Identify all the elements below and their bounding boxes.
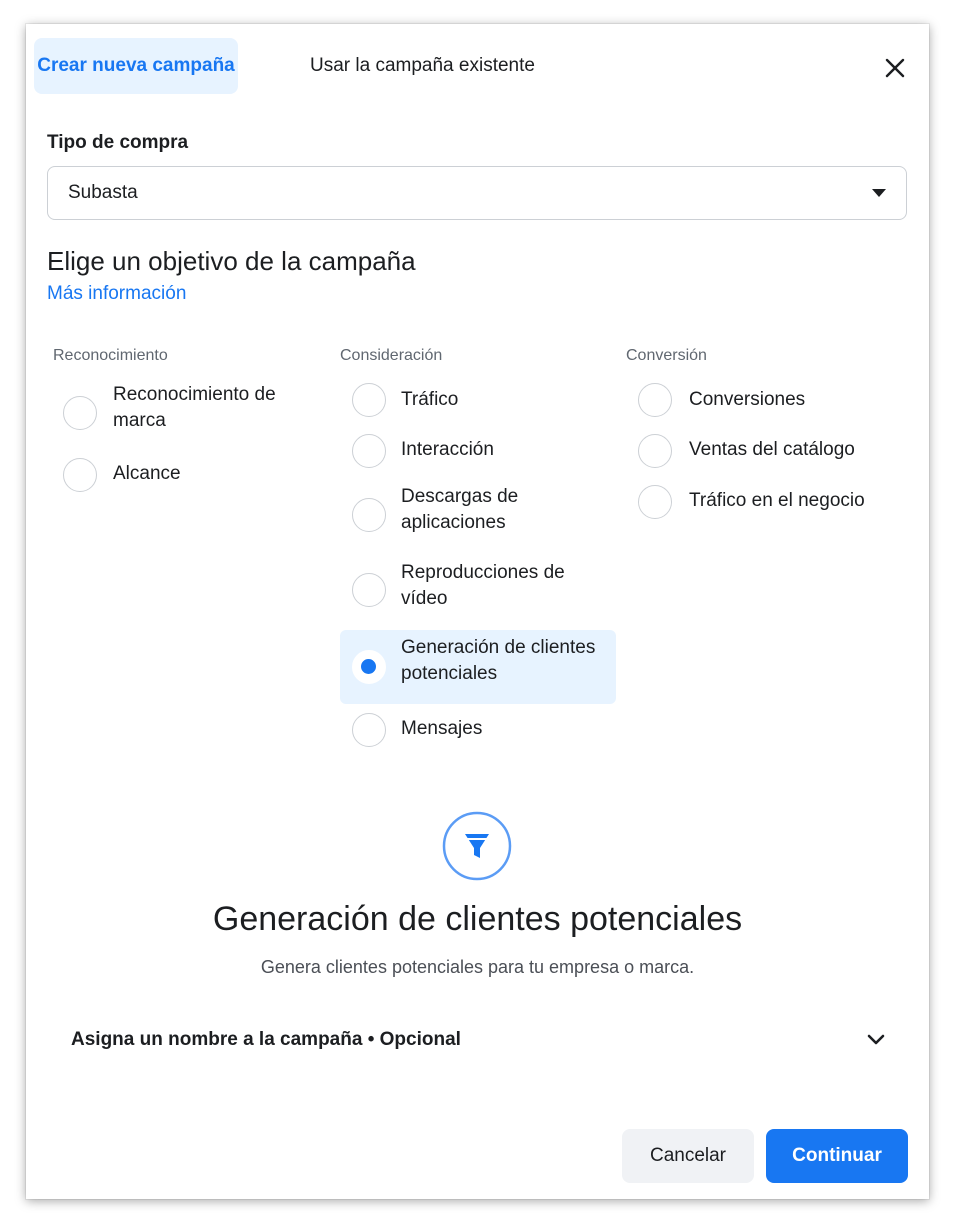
objective-option-catalog-sales[interactable]: Ventas del catálogo bbox=[626, 432, 906, 472]
close-button[interactable] bbox=[879, 52, 911, 84]
buying-type-label: Tipo de compra bbox=[47, 132, 189, 153]
create-campaign-dialog: Crear nueva campaña Usar la campaña exis… bbox=[26, 24, 929, 1199]
radio-button[interactable] bbox=[638, 383, 672, 417]
radio-button[interactable] bbox=[352, 383, 386, 417]
objective-option-label: Ventas del catálogo bbox=[689, 439, 855, 460]
column-title-consideration: Consideración bbox=[340, 347, 443, 364]
radio-button-checked[interactable] bbox=[352, 650, 386, 684]
objective-option-reach[interactable]: Alcance bbox=[56, 458, 316, 498]
objective-option-label: Tráfico en el negocio bbox=[689, 490, 865, 511]
radio-button[interactable] bbox=[63, 458, 97, 492]
selected-objective-title: Generación de clientes potenciales bbox=[212, 900, 743, 938]
objective-option-messages[interactable]: Mensajes bbox=[340, 711, 616, 751]
chevron-down-icon bbox=[867, 1034, 885, 1045]
objective-option-label: Mensajes bbox=[401, 718, 483, 739]
objective-option-label: Alcance bbox=[113, 463, 181, 484]
campaign-name-label: Asigna un nombre a la campaña • Opcional bbox=[71, 1029, 461, 1050]
objective-option-label: Tráfico bbox=[401, 389, 459, 410]
radio-button[interactable] bbox=[63, 396, 97, 430]
objective-option-lead-generation[interactable]: Generación de clientes potenciales bbox=[340, 630, 616, 704]
objective-option-conversions[interactable]: Conversiones bbox=[626, 381, 906, 421]
radio-button[interactable] bbox=[352, 713, 386, 747]
campaign-name-accordion[interactable]: Asigna un nombre a la campaña • Opcional bbox=[71, 1022, 886, 1062]
selected-objective-description: Genera clientes potenciales para tu empr… bbox=[260, 957, 695, 977]
radio-button[interactable] bbox=[352, 498, 386, 532]
buying-type-select[interactable]: Subasta bbox=[47, 166, 907, 220]
objective-option-label: Conversiones bbox=[689, 389, 806, 410]
objective-option-brand-awareness[interactable]: Reconocimiento de marca bbox=[56, 384, 316, 446]
radio-button[interactable] bbox=[638, 485, 672, 519]
objective-option-video-views[interactable]: Reproducciones de vídeo bbox=[340, 559, 616, 619]
radio-button[interactable] bbox=[638, 434, 672, 468]
funnel-icon bbox=[442, 811, 512, 881]
column-title-awareness: Reconocimiento bbox=[53, 347, 168, 364]
continue-button[interactable]: Continuar bbox=[766, 1129, 908, 1183]
objective-option-app-installs[interactable]: Descargas de aplicaciones bbox=[340, 484, 616, 544]
objective-option-label: Interacción bbox=[401, 439, 494, 460]
objective-option-traffic[interactable]: Tráfico bbox=[340, 381, 616, 421]
tab-use-existing-campaign[interactable]: Usar la campaña existente bbox=[290, 38, 555, 94]
objective-option-label: Descargas de aplicaciones bbox=[401, 486, 519, 533]
objective-option-store-traffic[interactable]: Tráfico en el negocio bbox=[626, 483, 906, 523]
column-title-conversion: Conversión bbox=[626, 347, 707, 364]
radio-button[interactable] bbox=[352, 434, 386, 468]
objective-option-engagement[interactable]: Interacción bbox=[340, 432, 616, 472]
caret-down-icon bbox=[872, 189, 886, 197]
more-info-link[interactable]: Más información bbox=[47, 283, 186, 305]
close-icon bbox=[885, 58, 905, 78]
buying-type-value: Subasta bbox=[68, 182, 138, 203]
cancel-button[interactable]: Cancelar bbox=[622, 1129, 754, 1183]
radio-button[interactable] bbox=[352, 573, 386, 607]
tab-create-new-campaign[interactable]: Crear nueva campaña bbox=[34, 38, 238, 94]
objective-section-title: Elige un objetivo de la campaña bbox=[47, 246, 416, 276]
objective-option-label: Reconocimiento de marca bbox=[113, 384, 276, 431]
objective-option-label: Generación de clientes potenciales bbox=[401, 637, 596, 684]
objective-option-label: Reproducciones de vídeo bbox=[401, 562, 565, 609]
